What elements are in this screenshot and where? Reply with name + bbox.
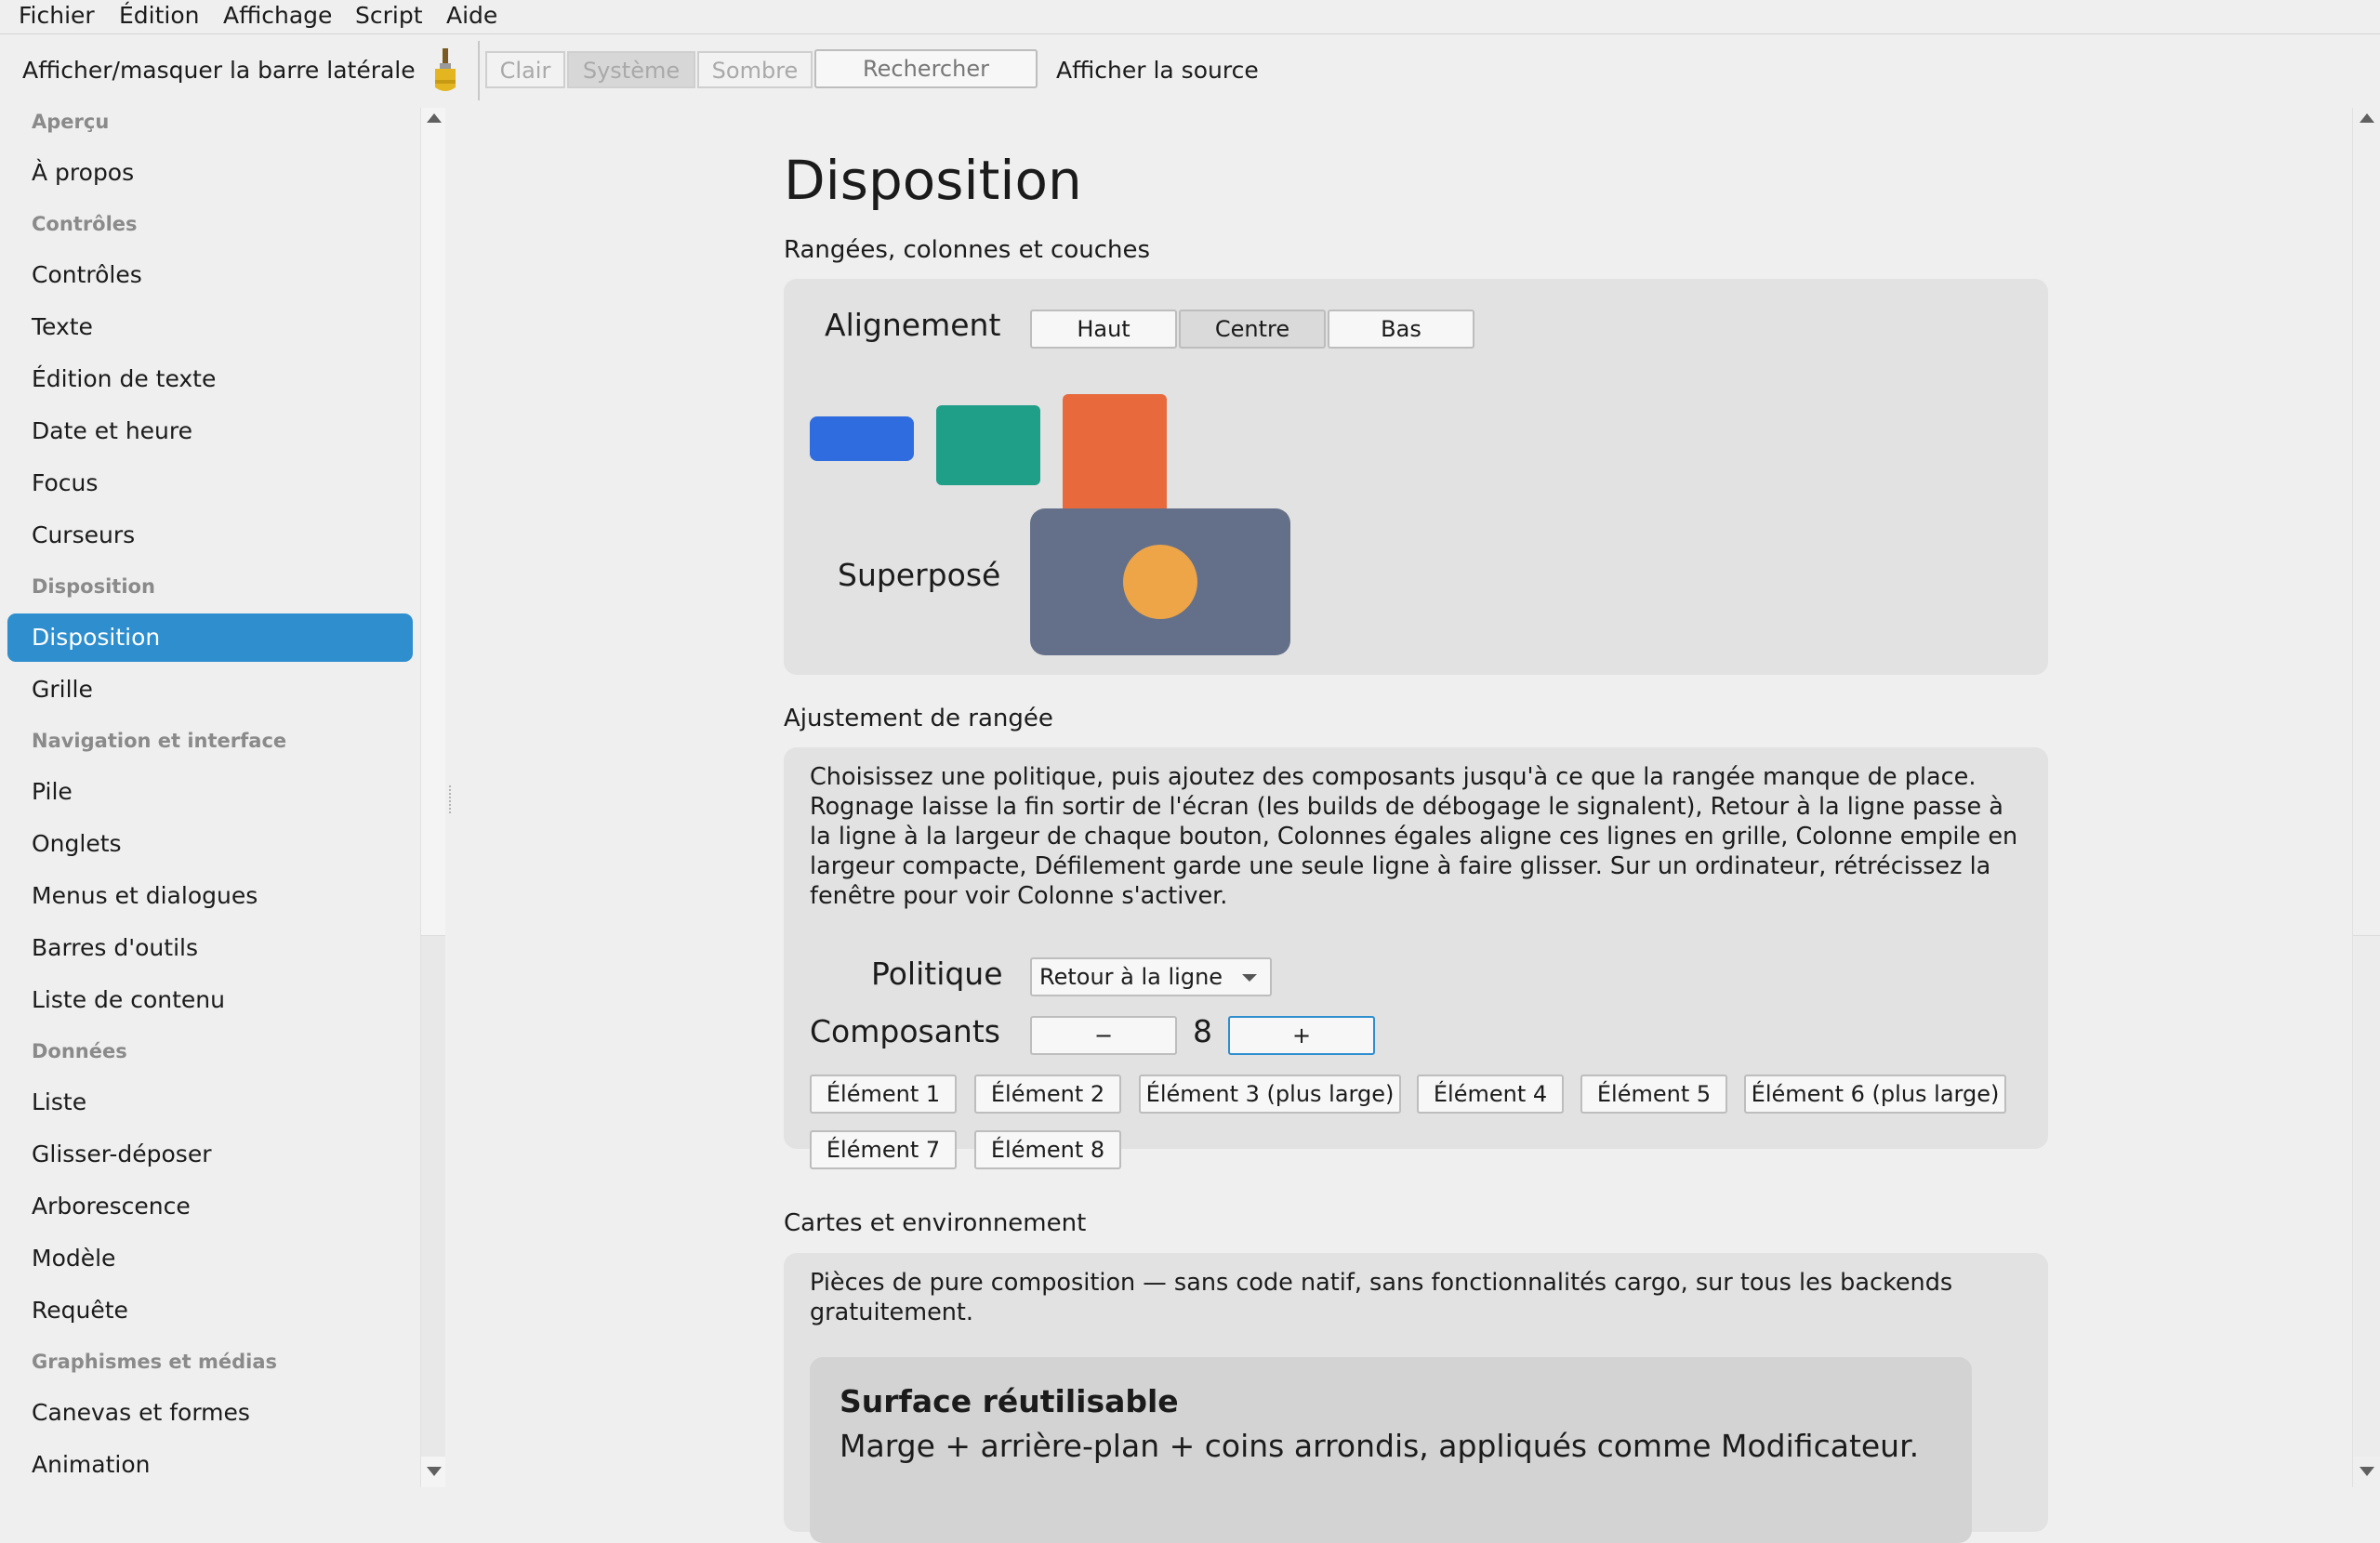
components-label: Composants: [810, 1013, 1000, 1049]
green-swatch: [936, 405, 1040, 485]
section-heading-rows: Rangées, colonnes et couches: [784, 236, 1151, 264]
main-scrollbar[interactable]: [2352, 108, 2380, 1487]
main-content: Disposition Rangées, colonnes et couches…: [0, 108, 2352, 1543]
element-button-8[interactable]: Élément 8: [974, 1130, 1121, 1169]
toolbar: Afficher/masquer la barre latérale Clair…: [0, 33, 2380, 108]
element-button-3[interactable]: Élément 3 (plus large): [1139, 1075, 1401, 1114]
paintbrush-icon[interactable]: [431, 46, 459, 95]
menu-view[interactable]: Affichage: [223, 0, 332, 32]
menu-file[interactable]: Fichier: [19, 0, 95, 32]
cards-description: Pièces de pure composition — sans code n…: [810, 1269, 1953, 1326]
theme-light-button[interactable]: Clair: [485, 51, 565, 88]
surface-text: Marge + arrière-plan + coins arrondis, a…: [840, 1428, 1920, 1464]
chevron-down-icon: [1242, 974, 1257, 982]
section-heading-wrap: Ajustement de rangée: [784, 705, 1053, 732]
policy-dropdown-value: Retour à la ligne: [1039, 964, 1223, 990]
increment-button[interactable]: +: [1228, 1016, 1375, 1055]
surface-title: Surface réutilisable: [840, 1383, 1179, 1419]
main-scrollbar-thumb[interactable]: [2353, 935, 2380, 1457]
page-title: Disposition: [784, 149, 1082, 212]
theme-dark-button[interactable]: Sombre: [697, 51, 813, 88]
wrap-card: Choisissez une politique, puis ajoutez d…: [784, 747, 2048, 1169]
scroll-down-arrow-icon[interactable]: [2360, 1467, 2374, 1476]
orange-swatch: [1063, 394, 1167, 513]
search-input[interactable]: [814, 49, 1038, 88]
scroll-up-arrow-icon[interactable]: [2360, 113, 2374, 123]
overlay-panel: [1030, 508, 1290, 655]
menu-bar: Fichier Édition Affichage Script Aide: [0, 0, 2380, 34]
align-center-button[interactable]: Centre: [1179, 310, 1326, 349]
cards-card: Pièces de pure composition — sans code n…: [784, 1253, 2048, 1543]
align-bottom-button[interactable]: Bas: [1328, 310, 1474, 349]
menu-help[interactable]: Aide: [446, 0, 497, 32]
wrap-description: Choisissez une politique, puis ajoutez d…: [810, 763, 2018, 910]
element-button-6[interactable]: Élément 6 (plus large): [1744, 1075, 2006, 1114]
theme-system-button[interactable]: Système: [567, 51, 695, 88]
blue-swatch: [810, 416, 914, 461]
element-button-4[interactable]: Élément 4: [1417, 1075, 1564, 1114]
element-button-2[interactable]: Élément 2: [974, 1075, 1121, 1114]
element-button-5[interactable]: Élément 5: [1580, 1075, 1727, 1114]
menu-script[interactable]: Script: [355, 0, 423, 32]
policy-dropdown[interactable]: Retour à la ligne: [1030, 957, 1272, 996]
menu-edit[interactable]: Édition: [119, 0, 200, 32]
align-top-button[interactable]: Haut: [1030, 310, 1177, 349]
rows-card: Alignement Haut Centre Bas Superposé: [784, 279, 2048, 675]
component-count: 8: [1193, 1013, 1212, 1049]
section-heading-cards: Cartes et environnement: [784, 1209, 1087, 1237]
element-button-1[interactable]: Élément 1: [810, 1075, 957, 1114]
policy-label: Politique: [871, 956, 1003, 992]
decrement-button[interactable]: −: [1030, 1016, 1177, 1055]
element-button-7[interactable]: Élément 7: [810, 1130, 957, 1169]
overlay-dot: [1123, 545, 1197, 619]
overlay-label: Superposé: [838, 557, 1001, 593]
alignment-label: Alignement: [825, 307, 1001, 343]
surface-card: Surface réutilisable Marge + arrière-pla…: [810, 1357, 1972, 1543]
toggle-sidebar-button[interactable]: Afficher/masquer la barre latérale: [22, 33, 416, 108]
toolbar-separator: [478, 41, 480, 100]
show-source-button[interactable]: Afficher la source: [1056, 33, 1259, 108]
